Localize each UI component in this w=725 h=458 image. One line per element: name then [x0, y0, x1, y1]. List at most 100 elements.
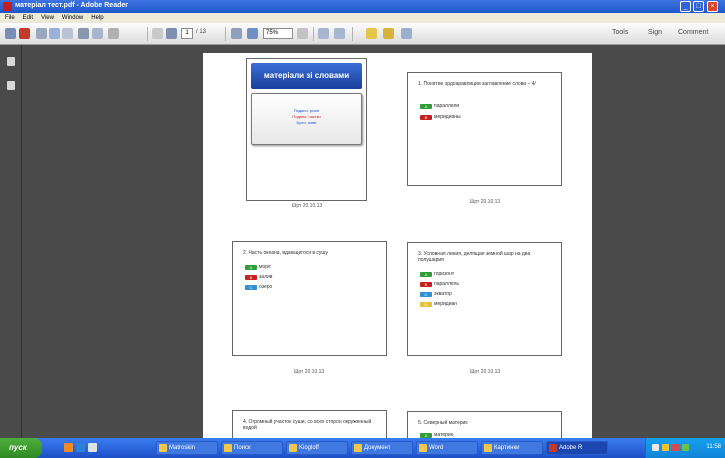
toolbar-divider — [225, 27, 226, 41]
answer-option: A море — [245, 264, 271, 270]
tray-icon[interactable] — [672, 444, 679, 451]
zoom-dropdown-icon[interactable] — [297, 28, 308, 39]
taskbar-item[interactable]: Kiogloff — [286, 441, 348, 455]
create-pdf-icon[interactable] — [19, 28, 30, 39]
window-title: матеріал тест.pdf - Adobe Reader — [15, 2, 128, 9]
option-tag: A — [420, 103, 432, 109]
answer-option: D меридиан — [420, 301, 457, 307]
answer-option: C экватор — [420, 291, 452, 297]
start-button[interactable]: пуск — [0, 438, 42, 458]
print-icon[interactable] — [78, 28, 89, 39]
slide-title: 1. Понятие эрдоаравлиции заглавление сло… — [418, 81, 536, 87]
option-label: море — [259, 264, 271, 270]
open-icon[interactable] — [5, 28, 16, 39]
next-page-icon[interactable] — [166, 28, 177, 39]
maximize-button[interactable]: □ — [693, 1, 704, 12]
share-icon[interactable] — [49, 28, 60, 39]
slide-caption: Шрт 20.10.13 — [469, 369, 501, 375]
cover-panel: Подано: різне Подано: частки Було: нове — [251, 93, 362, 145]
highlight-icon[interactable] — [383, 28, 394, 39]
window-icon — [354, 444, 362, 452]
taskbar-item[interactable]: Документ — [351, 441, 413, 455]
window-icon — [484, 444, 492, 452]
taskbar-item[interactable]: Поиск — [221, 441, 283, 455]
quicklaunch-icon[interactable] — [76, 443, 85, 452]
option-label: озеро — [259, 284, 273, 290]
menu-help[interactable]: Help — [91, 13, 103, 23]
screen-icon[interactable] — [108, 28, 119, 39]
sign-icon[interactable] — [401, 28, 412, 39]
taskbar-item[interactable]: Картинки — [481, 441, 543, 455]
toolbar: 1 / 13 75% Tools Sign Comment — [0, 23, 725, 45]
answer-option: B параллель — [420, 281, 459, 287]
attachments-icon[interactable] — [7, 81, 15, 90]
option-tag: A — [420, 432, 432, 438]
navigation-pane — [0, 45, 22, 438]
page-count: / 13 — [196, 29, 207, 35]
fit-page-icon[interactable] — [318, 28, 329, 39]
slide-question-1: 1. Понятие эрдоаравлиции заглавление сло… — [407, 72, 562, 186]
system-tray: 11:58 — [645, 438, 725, 458]
option-tag: A — [245, 264, 257, 270]
option-tag: C — [420, 291, 432, 297]
option-label: меридиан — [434, 301, 458, 307]
zoom-select[interactable]: 75% — [263, 28, 293, 39]
slide-caption: Шрт 20.10.13 — [469, 199, 501, 205]
option-tag: A — [420, 271, 432, 277]
pages-panel-icon[interactable] — [7, 57, 15, 66]
previous-page-icon[interactable] — [152, 28, 163, 39]
save-icon[interactable] — [92, 28, 103, 39]
option-tag: C — [245, 284, 257, 290]
toolbar-divider — [147, 27, 148, 41]
tray-icon[interactable] — [652, 444, 659, 451]
clock: 11:58 — [706, 444, 721, 450]
answer-option: B меридианы — [420, 114, 461, 120]
slide-question-3: 3. Условная линия, делящая земной шар на… — [407, 242, 562, 356]
tools-pane-button[interactable]: Tools — [612, 29, 628, 36]
quicklaunch-icon[interactable] — [88, 443, 97, 452]
answer-option: B залив — [245, 274, 272, 280]
fit-width-icon[interactable] — [334, 28, 345, 39]
edit-icon[interactable] — [36, 28, 47, 39]
option-label: залив — [259, 274, 273, 280]
option-tag: B — [245, 274, 257, 280]
taskbar-item[interactable]: Matroskin — [156, 441, 218, 455]
document-view[interactable]: матеріали зі словами Подано: різне Подан… — [22, 45, 725, 451]
slide-caption: Шрт 20.10.13 — [293, 369, 325, 375]
slide-caption: Шрт 20.10.13 — [291, 203, 323, 209]
cover-line: Подано: частки — [292, 114, 321, 119]
adobe-reader-icon — [3, 2, 12, 11]
menu-window[interactable]: Window — [62, 13, 83, 23]
menu-view[interactable]: View — [41, 13, 54, 23]
adobe-reader-icon — [549, 444, 557, 452]
comment-pane-button[interactable]: Comment — [678, 29, 708, 36]
minimize-button[interactable]: _ — [680, 1, 691, 12]
zoom-out-icon[interactable] — [231, 28, 242, 39]
zoom-in-icon[interactable] — [247, 28, 258, 39]
answer-option: A горизонт — [420, 271, 454, 277]
toolbar-divider — [313, 27, 314, 41]
quicklaunch-icon[interactable] — [64, 443, 73, 452]
option-label: горизонт — [434, 271, 455, 277]
taskbar-item[interactable]: Word — [416, 441, 478, 455]
option-label: параллели — [434, 103, 460, 109]
comment-icon[interactable] — [366, 28, 377, 39]
option-label: экватор — [434, 291, 452, 297]
menu-edit[interactable]: Edit — [23, 13, 33, 23]
page-number-input[interactable]: 1 — [181, 28, 193, 39]
email-icon[interactable] — [62, 28, 73, 39]
title-bar: матеріал тест.pdf - Adobe Reader _ □ × — [0, 0, 725, 13]
window-icon — [289, 444, 297, 452]
tray-icon[interactable] — [662, 444, 669, 451]
option-tag: D — [420, 301, 432, 307]
menu-file[interactable]: File — [5, 13, 15, 23]
answer-option: A параллели — [420, 103, 459, 109]
pdf-page: матеріали зі словами Подано: різне Подан… — [203, 53, 592, 451]
option-tag: B — [420, 281, 432, 287]
sign-pane-button[interactable]: Sign — [648, 29, 662, 36]
close-button[interactable]: × — [707, 1, 718, 12]
slide-question-2: 2. Часть океана, вдающегося в сушу A мор… — [232, 241, 387, 356]
cover-line: Подано: різне — [293, 108, 320, 113]
tray-icon[interactable] — [682, 444, 689, 451]
taskbar-item-active[interactable]: Adobe R — [546, 441, 608, 455]
